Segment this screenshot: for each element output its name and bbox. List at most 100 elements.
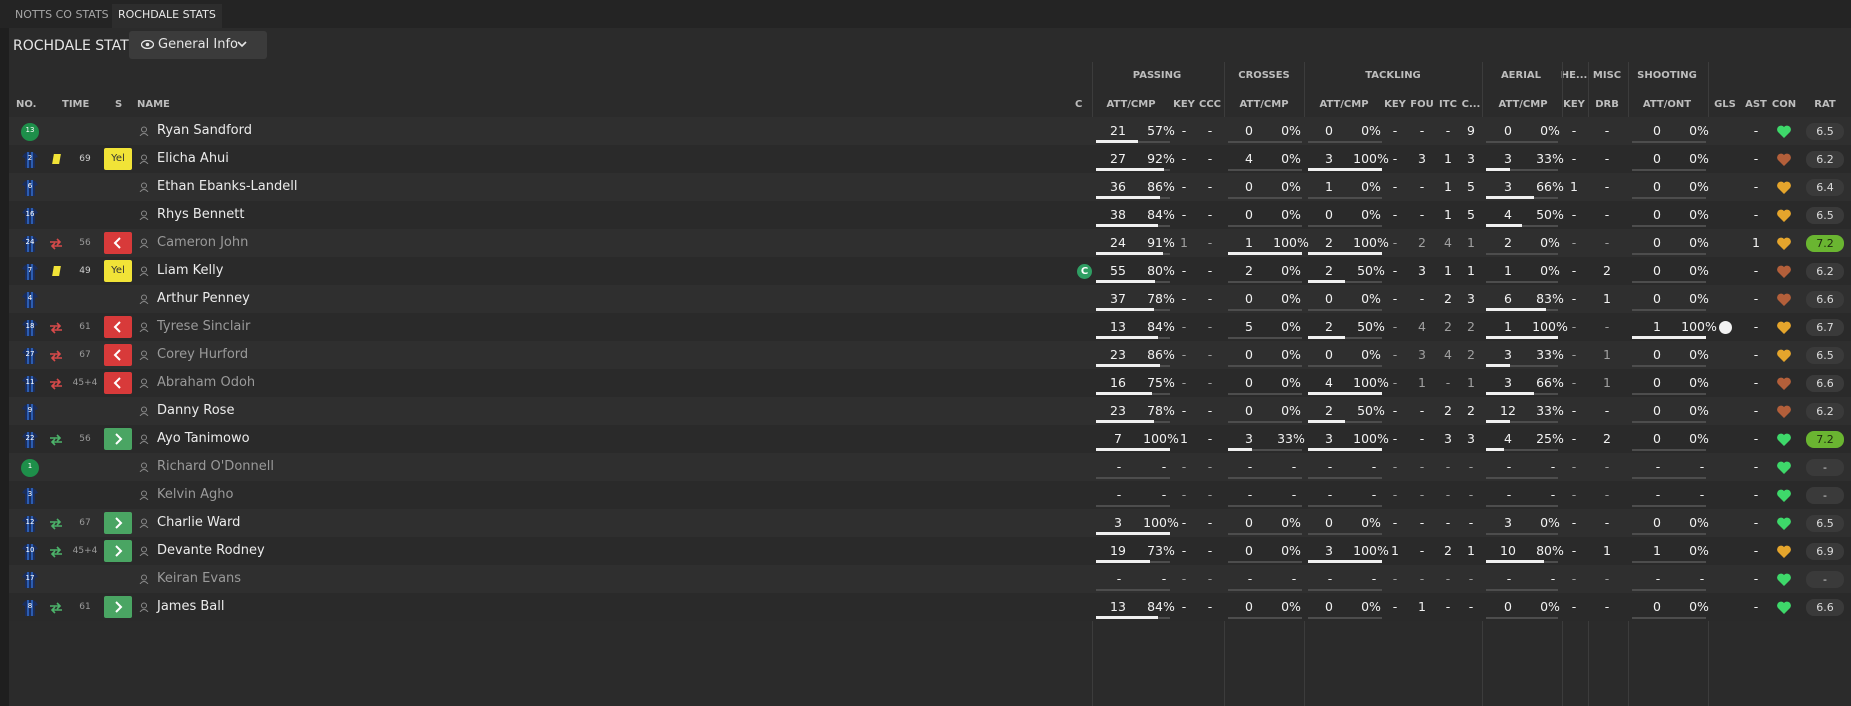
table-row[interactable]: 6 Ethan Ebanks-Landell 36 86% 0 0% 1 0% 3 66% 0 0% -… [9, 173, 1851, 201]
table-row[interactable]: 9 Danny Rose 23 78% 0 0% 2 50% 12 33% 0 0% - - - -2 2- - -… [9, 397, 1851, 425]
table-row[interactable]: 17 Keiran Evans - - - - - - - - - - - - - - - - - - - - [9, 565, 1851, 593]
rating-badge: 6.9 [1806, 543, 1844, 560]
col-header-tack-c[interactable]: C... [1462, 99, 1481, 110]
drb-value: - [1604, 459, 1610, 474]
table-row[interactable]: 13 Ryan Sandford 21 57% 0 0% 0 0% 0 0% 0 0% - - - - -9- -… [9, 117, 1851, 145]
col-header-tack-key[interactable]: KEY [1384, 99, 1406, 110]
player-name[interactable]: Tyrese Sinclair [157, 319, 250, 334]
col-header-ast[interactable]: AST [1745, 99, 1767, 110]
sub-off-badge[interactable] [104, 232, 132, 254]
player-name[interactable]: Keiran Evans [157, 571, 241, 586]
progress-track [1228, 421, 1302, 423]
player-name[interactable]: Richard O'Donnell [157, 459, 274, 474]
player-name[interactable]: Corey Hurford [157, 347, 248, 362]
player-name[interactable]: Liam Kelly [157, 263, 223, 278]
progress-fill [1096, 532, 1170, 535]
tab-rochdale-stats[interactable]: ROCHDALE STATS [112, 4, 222, 28]
sub-on-badge[interactable] [104, 596, 132, 618]
assists-value: - [1753, 123, 1759, 138]
tack-attempts: 3 [1325, 543, 1333, 558]
player-name[interactable]: Danny Rose [157, 403, 234, 418]
col-header-con[interactable]: CON [1772, 99, 1796, 110]
sub-off-badge[interactable] [104, 316, 132, 338]
col-header-head-key[interactable]: KEY [1563, 99, 1585, 110]
col-header-tack-fou[interactable]: FOU [1410, 99, 1433, 110]
shoot-attempts: 0 [1653, 599, 1661, 614]
shirt-number: 9 [27, 406, 33, 414]
col-header-s[interactable]: S [115, 99, 122, 110]
table-row[interactable]: 27 67 Corey Hurford 23 86% 0 0% 0 0% 3 33% 0 0% - - -3 4… [9, 341, 1851, 369]
table-row[interactable]: 24 56 Cameron John 24 91% 1 100% 2 100% 2 0% 0 0% 1- -… [9, 229, 1851, 257]
drb-value: - [1604, 179, 1610, 194]
sub-on-badge[interactable] [104, 512, 132, 534]
cross-completion: 100% [1273, 235, 1309, 250]
table-row[interactable]: 18 61 Tyrese Sinclair 13 84% 5 0% 2 50% 1 100% 1 100… [9, 313, 1851, 341]
player-name[interactable]: Cameron John [157, 235, 248, 250]
player-name[interactable]: Elicha Ahui [157, 151, 229, 166]
rating-badge: - [1806, 571, 1844, 588]
sub-off-badge[interactable] [104, 344, 132, 366]
sub-on-badge[interactable] [104, 540, 132, 562]
table-row[interactable]: 16 Rhys Bennett 38 84% 0 0% 0 0% 4 50% 0 0% - - - -1 5- -… [9, 201, 1851, 229]
table-row[interactable]: 12 67 Charlie Ward 3 100% 0 0% 0 0% 3 0% 0 0% - - - - - - -… [9, 509, 1851, 537]
player-name[interactable]: Ethan Ebanks-Landell [157, 179, 297, 194]
table-row[interactable]: 1 Richard O'Donnell - - - - - - - - - - - - - - - - - - - - [9, 453, 1851, 481]
player-name[interactable]: Abraham Odoh [157, 375, 255, 390]
col-header-c[interactable]: C [1075, 99, 1082, 110]
rating-badge: 7.2 [1806, 431, 1844, 448]
sub-on-badge[interactable] [104, 428, 132, 450]
tc-value: 3 [1467, 291, 1475, 306]
table-row[interactable]: 2 69 Yel Elicha Ahui 27 92% 4 0% 3 100% 3 33% 0 0% - - -… [9, 145, 1851, 173]
player-name[interactable]: James Ball [157, 599, 224, 614]
condition-heart-icon [1777, 237, 1791, 250]
player-name[interactable]: Devante Rodney [157, 543, 265, 558]
col-header-pass-att-cmp[interactable]: ATT/CMP [1106, 99, 1155, 110]
player-name[interactable]: Kelvin Agho [157, 487, 234, 502]
table-row[interactable]: 7 49 Yel Liam Kelly C 55 80% 2 0% 2 50% 1 0% 0 0% - - -3 1… [9, 257, 1851, 285]
col-header-tack-att-cmp[interactable]: ATT/CMP [1319, 99, 1368, 110]
player-name[interactable]: Arthur Penney [157, 291, 250, 306]
cross-completion: 0% [1281, 151, 1301, 166]
shirt-number: 1 [27, 462, 33, 470]
col-header-pass-ccc[interactable]: CCC [1199, 99, 1221, 110]
col-header-tack-itc[interactable]: ITC [1439, 99, 1457, 110]
col-header-cross-att-cmp[interactable]: ATT/CMP [1239, 99, 1288, 110]
view-selector-dropdown[interactable]: General Info [129, 31, 267, 59]
tab-notts-co-stats[interactable]: NOTTS CO STATS [9, 4, 115, 28]
col-header-misc-drb[interactable]: DRB [1595, 99, 1619, 110]
col-header-gls[interactable]: GLS [1714, 99, 1736, 110]
col-header-shoot-att-ont[interactable]: ATT/ONT [1643, 99, 1691, 110]
col-header-pass-key[interactable]: KEY [1173, 99, 1195, 110]
col-header-name[interactable]: NAME [137, 99, 170, 110]
condition-heart-icon [1777, 377, 1791, 390]
col-header-time[interactable]: TIME [62, 99, 89, 110]
cross-attempts: 1 [1245, 235, 1253, 250]
match-time: 67 [79, 518, 91, 528]
group-header-shooting: SHOOTING [1637, 70, 1697, 81]
table-row[interactable]: 10 45+4 Devante Rodney 19 73% 0 0% 3 100% 10 80% 1 0… [9, 537, 1851, 565]
table-row[interactable]: 22 56 Ayo Tanimowo 7 100% 3 33% 3 100% 4 25% 0 0% 1- -… [9, 425, 1851, 453]
chevron-left-icon [113, 237, 121, 249]
player-name[interactable]: Rhys Bennett [157, 207, 244, 222]
drb-value: 1 [1603, 347, 1611, 362]
tc-value: 1 [1467, 263, 1475, 278]
player-name[interactable]: Charlie Ward [157, 515, 240, 530]
col-header-aer-att-cmp[interactable]: ATT/CMP [1498, 99, 1547, 110]
player-name[interactable]: Ayo Tanimowo [157, 431, 250, 446]
table-row[interactable]: 11 45+4 Abraham Odoh 16 75% 0 0% 4 100% 3 66% 0 0% - -… [9, 369, 1851, 397]
col-header-rat[interactable]: RAT [1814, 99, 1835, 110]
condition-heart-icon [1777, 125, 1791, 138]
col-header-no[interactable]: NO. [16, 99, 36, 110]
table-row[interactable]: 4 Arthur Penney 37 78% 0 0% 0 0% 6 83% 0 0% - - - -2 3-1… [9, 285, 1851, 313]
hkey-value: 1 [1570, 179, 1578, 194]
shoot-completion: 100% [1681, 319, 1717, 334]
tab-bar: NOTTS CO STATS ROCHDALE STATS [0, 0, 1851, 28]
substitution-off-icon [50, 378, 62, 390]
table-row[interactable]: 3 Kelvin Agho - - - - - - - - - - - - - - - - - - - - [9, 481, 1851, 509]
progress-track [1486, 505, 1558, 507]
sub-off-badge[interactable] [104, 372, 132, 394]
pkey-value: - [1181, 151, 1187, 166]
player-name[interactable]: Ryan Sandford [157, 123, 252, 138]
table-row[interactable]: 8 61 James Ball 13 84% 0 0% 0 0% 0 0% 0 0% - - -1- - - - -6… [9, 593, 1851, 621]
condition-heart-icon [1777, 181, 1791, 194]
